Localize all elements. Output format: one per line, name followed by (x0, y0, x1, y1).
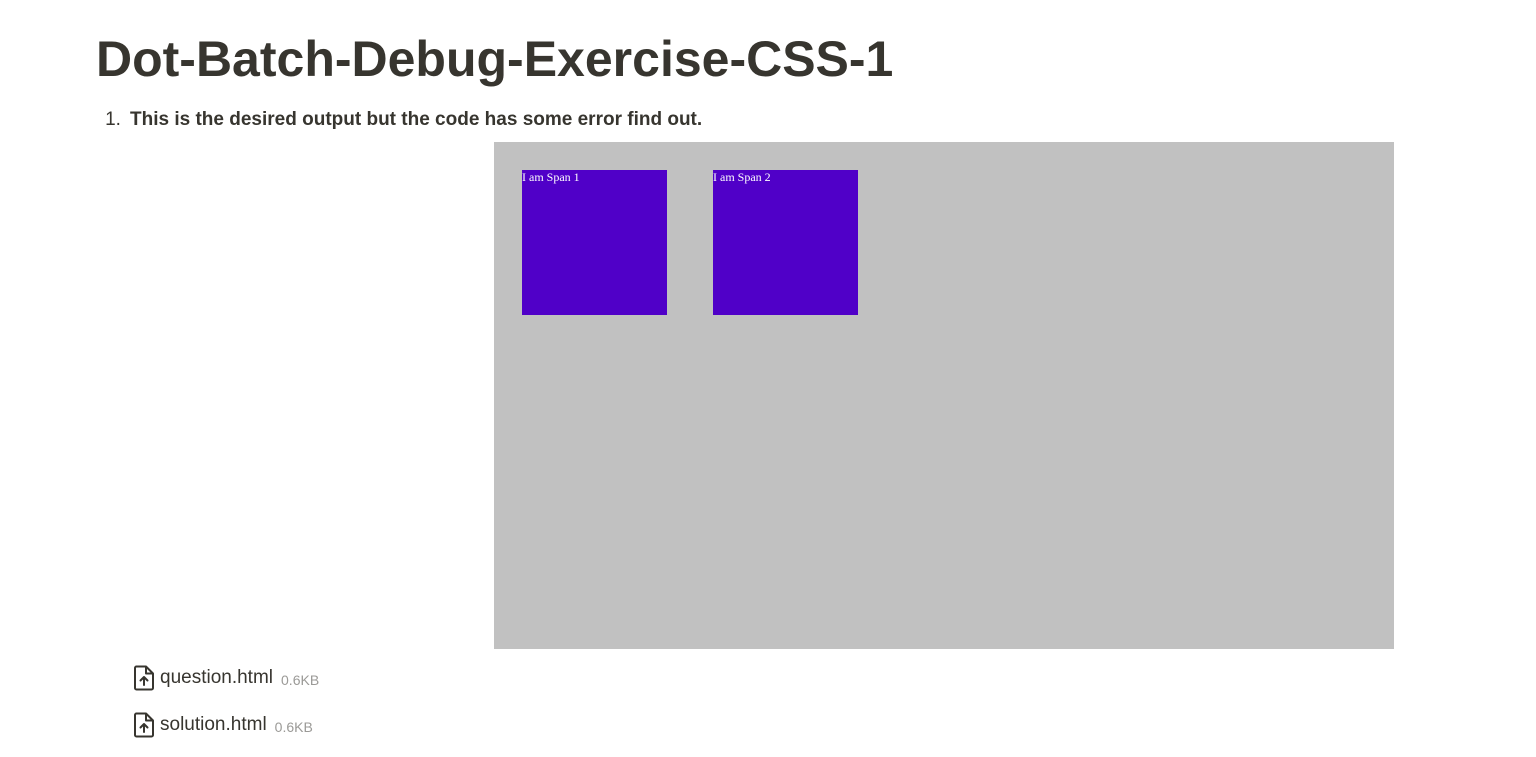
list-number: 1. (105, 109, 121, 130)
list-item-text: This is the desired output but the code … (130, 109, 703, 130)
page-title: Dot-Batch-Debug-Exercise-CSS-1 (96, 31, 894, 87)
list-item: 1. This is the desired output but the co… (96, 106, 702, 134)
file-size: 0.6KB (274, 718, 313, 735)
file-name[interactable]: solution.html (160, 714, 267, 736)
span-box-2: I am Span 2 (713, 170, 858, 315)
file-upload-icon (133, 665, 155, 691)
file-name[interactable]: question.html (160, 667, 273, 689)
file-upload-icon (133, 712, 155, 738)
file-attachment-solution[interactable]: solution.html 0.6KB (133, 711, 313, 739)
output-preview-image: I am Span 1 I am Span 2 (494, 142, 1394, 649)
file-attachment-question[interactable]: question.html 0.6KB (133, 664, 319, 692)
span-box-1: I am Span 1 (522, 170, 667, 315)
file-size: 0.6KB (281, 671, 320, 688)
